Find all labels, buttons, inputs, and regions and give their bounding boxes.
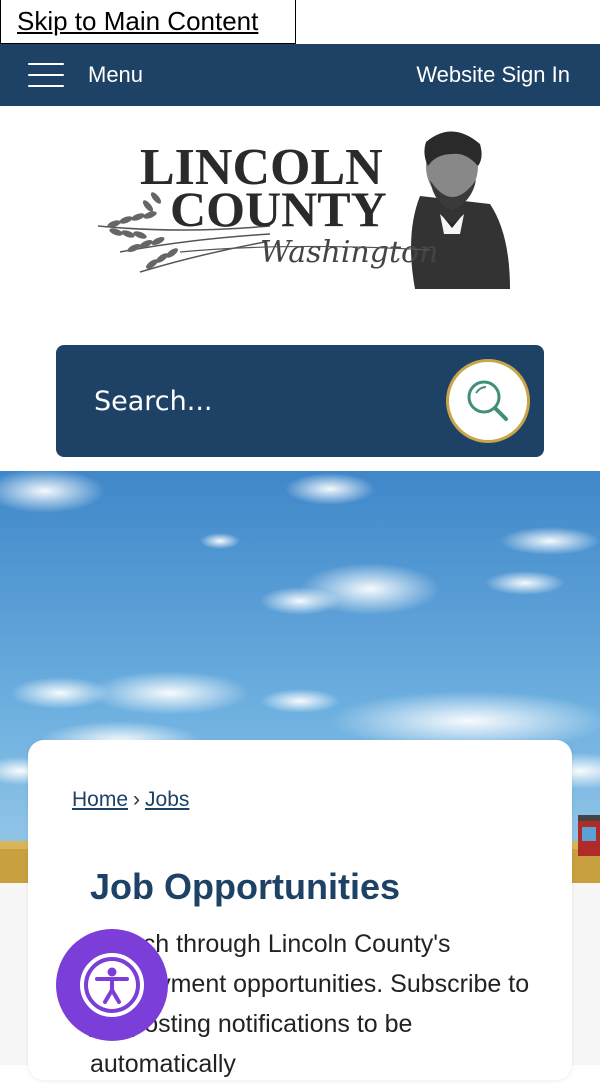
accessibility-person-icon — [80, 953, 144, 1017]
menu-button[interactable]: Menu — [28, 62, 143, 88]
top-navigation-bar: Menu Website Sign In — [0, 44, 600, 106]
breadcrumb-jobs-link[interactable]: Jobs — [145, 788, 189, 811]
accessibility-widget-button[interactable] — [56, 929, 168, 1041]
lincoln-county-logo[interactable]: LINCOLN COUNTY Washington — [90, 114, 520, 294]
menu-label: Menu — [88, 62, 144, 87]
search-button[interactable] — [446, 359, 530, 443]
breadcrumb-separator: › — [133, 788, 141, 811]
magnifier-icon — [467, 380, 508, 421]
logo-line-county: COUNTY — [170, 181, 387, 237]
logo-area: LINCOLN COUNTY Washington — [0, 106, 600, 326]
hamburger-icon — [28, 63, 64, 87]
website-sign-in-link[interactable]: Website Sign In — [416, 62, 570, 88]
search-bar — [56, 345, 544, 457]
search-input[interactable] — [94, 385, 414, 417]
skip-to-main-content-link[interactable]: Skip to Main Content — [0, 0, 296, 44]
logo-line-washington: Washington — [260, 235, 438, 270]
breadcrumb-home-link[interactable]: Home — [72, 788, 128, 811]
breadcrumb: Home › Jobs — [72, 788, 189, 812]
page-title: Job Opportunities — [90, 866, 400, 907]
